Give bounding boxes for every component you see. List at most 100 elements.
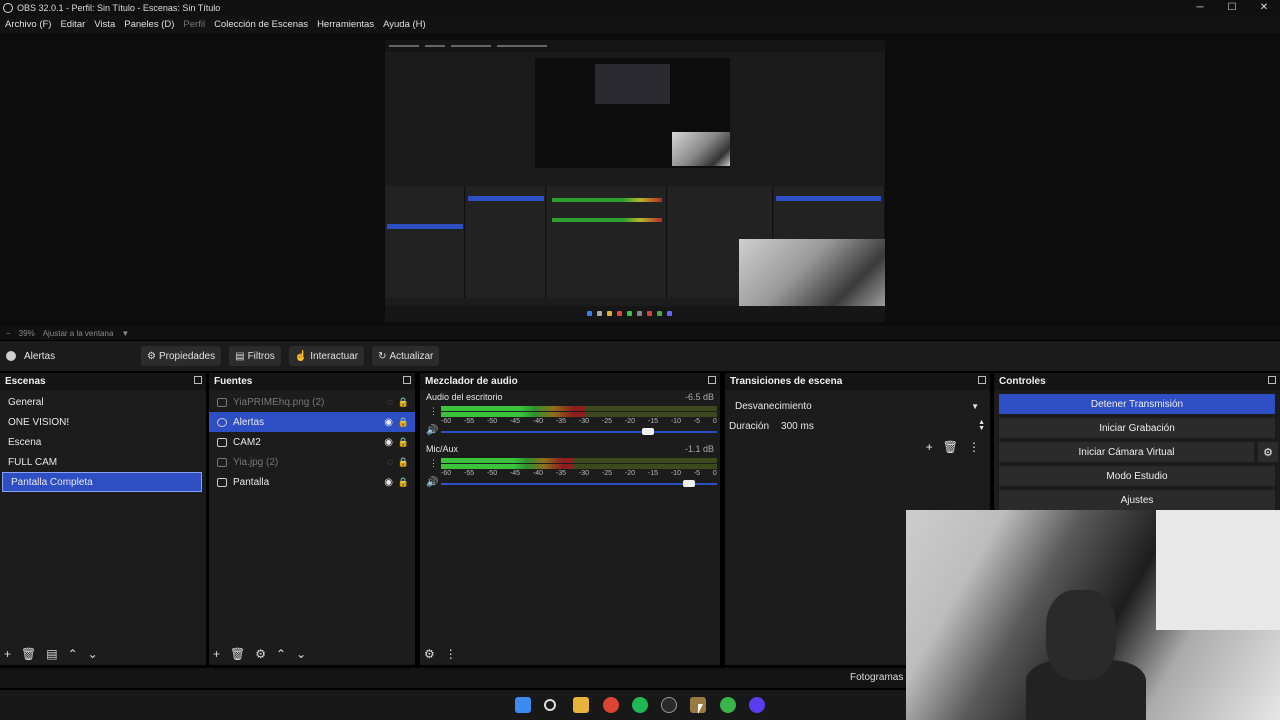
source-name: Alertas — [233, 416, 265, 428]
chrome-icon[interactable] — [603, 697, 619, 713]
volume-fader[interactable] — [441, 480, 717, 487]
zoom-out-button[interactable]: − — [6, 329, 11, 338]
undock-icon[interactable] — [978, 376, 986, 384]
add-icon[interactable]: + — [926, 440, 933, 454]
eye-icon[interactable]: ◉ — [384, 417, 393, 428]
undock-icon[interactable] — [194, 376, 202, 384]
eye-hidden-icon[interactable]: ◌ — [387, 397, 393, 408]
preview-canvas[interactable] — [385, 40, 885, 322]
search-icon[interactable] — [544, 699, 556, 711]
move-up-icon[interactable]: ⌃ — [276, 647, 286, 661]
zoom-dropdown-icon[interactable]: ▼ — [121, 329, 129, 338]
lock-icon[interactable]: 🔒 — [398, 437, 409, 448]
add-icon[interactable]: + — [213, 647, 220, 661]
channel-db: -1.1 dB — [684, 444, 714, 454]
source-item[interactable]: YiaPRIMEhq.png (2) ◌ 🔒 — [209, 392, 415, 412]
maximize-icon[interactable]: ☐ — [1216, 2, 1248, 13]
duration-input[interactable]: 300 ms — [781, 421, 814, 432]
fit-to-window-button[interactable]: Ajustar a la ventana — [43, 329, 114, 338]
preview-area[interactable] — [0, 33, 1280, 326]
filter-icon[interactable]: ▤ — [46, 647, 57, 661]
channel-menu-icon[interactable]: ⋮ — [429, 459, 438, 468]
settings-button[interactable]: Ajustes — [999, 490, 1275, 510]
chrome-alt-icon[interactable] — [720, 697, 736, 713]
refresh-icon: ↻ — [378, 350, 387, 362]
lock-icon[interactable]: 🔒 — [398, 457, 409, 468]
sources-footer: + 🗑 ⚙ ⌃ ⌄ — [213, 647, 316, 661]
properties-button[interactable]: ⚙ Propiedades — [141, 346, 222, 366]
stop-streaming-button[interactable]: Detener Transmisión — [999, 394, 1275, 414]
source-item-selected[interactable]: Alertas ◉ 🔒 — [209, 412, 415, 432]
transition-select[interactable]: Desvanecimiento ▼ — [730, 396, 985, 416]
meter-ticks: -60 -55 -50 -45 -40 -35 -30 -25 -20 -15 -10 -5 0 — [441, 418, 717, 425]
app-circle-icon[interactable] — [749, 697, 765, 713]
trash-icon[interactable]: 🗑 — [230, 647, 245, 661]
menu-file[interactable]: Archivo (F) — [5, 19, 51, 30]
source-item[interactable]: Pantalla ◉ 🔒 — [209, 472, 415, 492]
lock-icon[interactable]: 🔒 — [398, 477, 409, 488]
windows-start-icon[interactable] — [515, 697, 531, 713]
source-item[interactable]: Yia.jpg (2) ◌ 🔒 — [209, 452, 415, 472]
menu-docks[interactable]: Paneles (D) — [124, 19, 174, 30]
refresh-button[interactable]: ↻ Actualizar — [372, 346, 440, 366]
fader-knob[interactable] — [642, 428, 654, 435]
menu-profile[interactable]: Perfil — [183, 19, 205, 30]
scene-item[interactable]: FULL CAM — [0, 452, 206, 472]
meter-tick-label: -30 — [578, 418, 590, 425]
start-virtual-camera-button[interactable]: Iniciar Cámara Virtual ⚙ — [999, 442, 1278, 462]
undock-icon[interactable] — [403, 376, 411, 384]
file-explorer-icon[interactable] — [573, 697, 589, 713]
menu-edit[interactable]: Editar — [60, 19, 85, 30]
start-recording-button[interactable]: Iniciar Grabación — [999, 418, 1275, 438]
transition-menu-icon[interactable]: ⋮ — [968, 440, 980, 454]
undock-icon[interactable] — [1268, 376, 1276, 384]
interact-button[interactable]: ☝ Interactuar — [288, 346, 365, 366]
scene-item[interactable]: General — [0, 392, 206, 412]
fader-knob[interactable] — [683, 480, 696, 487]
eye-icon[interactable]: ◉ — [384, 437, 393, 448]
lock-icon[interactable]: 🔒 — [398, 397, 409, 408]
scene-item[interactable]: ONE VISION! — [0, 412, 206, 432]
filters-button[interactable]: ▤ Filtros — [229, 346, 281, 366]
menu-tools[interactable]: Herramientas — [317, 19, 374, 30]
trash-icon[interactable]: 🗑 — [943, 440, 958, 454]
channel-db: -6.5 dB — [684, 392, 714, 402]
duration-row: Duración 300 ms ▲ ▼ — [729, 419, 985, 432]
trash-icon[interactable]: 🗑 — [21, 647, 36, 661]
zoom-level: 39% — [18, 328, 35, 338]
camera-icon — [217, 437, 227, 447]
scene-item-selected[interactable]: Pantalla Completa — [2, 472, 202, 492]
move-down-icon[interactable]: ⌄ — [88, 647, 98, 661]
advanced-audio-icon[interactable]: ⚙ — [424, 647, 435, 661]
eye-hidden-icon[interactable]: ◌ — [387, 457, 393, 468]
gear-icon[interactable]: ⚙ — [255, 647, 266, 661]
speaker-icon[interactable]: 🔊 — [426, 425, 438, 436]
add-icon[interactable]: + — [4, 647, 11, 661]
meter-tick-label: -15 — [647, 418, 658, 425]
eye-icon[interactable]: ◉ — [384, 477, 393, 488]
undock-icon[interactable] — [708, 376, 716, 384]
gear-icon[interactable]: ⚙ — [1258, 442, 1278, 462]
meter-tick-label: -20 — [624, 418, 635, 425]
menu-help[interactable]: Ayuda (H) — [383, 19, 426, 30]
volume-fader[interactable] — [441, 428, 717, 435]
studio-mode-button[interactable]: Modo Estudio — [999, 466, 1275, 486]
channel-menu-icon[interactable]: ⋮ — [429, 407, 438, 416]
move-down-icon[interactable]: ⌄ — [296, 647, 306, 661]
menu-view[interactable]: Vista — [94, 19, 115, 30]
lock-icon[interactable]: 🔒 — [398, 417, 409, 428]
transitions-title: Transiciones de escena — [730, 376, 843, 387]
minimize-icon[interactable]: ─ — [1184, 2, 1216, 13]
speaker-icon[interactable]: 🔊 — [426, 477, 438, 488]
scene-item[interactable]: Escena — [0, 432, 206, 452]
spotify-icon[interactable] — [632, 697, 648, 713]
obs-icon[interactable] — [661, 697, 677, 713]
move-up-icon[interactable]: ⌃ — [68, 647, 78, 661]
filter-icon: ▤ — [235, 350, 245, 362]
menu-scene-collection[interactable]: Colección de Escenas — [214, 19, 308, 30]
spin-icon[interactable]: ▲ ▼ — [978, 419, 985, 432]
volume-meter — [441, 464, 717, 469]
source-item[interactable]: CAM2 ◉ 🔒 — [209, 432, 415, 452]
mixer-menu-icon[interactable]: ⋮ — [445, 647, 457, 661]
close-icon[interactable]: ✕ — [1248, 2, 1280, 13]
